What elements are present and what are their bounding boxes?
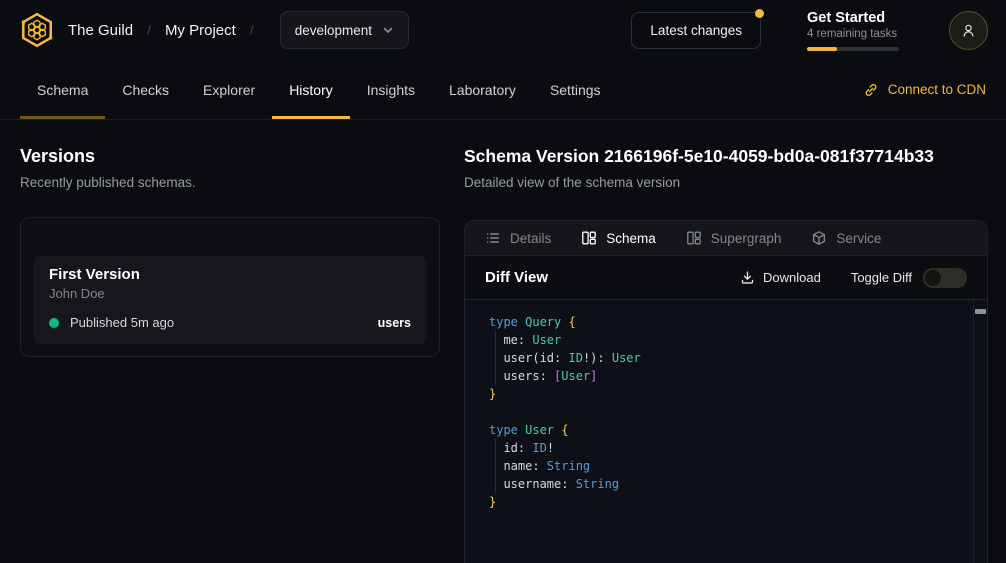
get-started-subtitle: 4 remaining tasks [807, 28, 903, 40]
schema-version-panel: Details Schema Supergr [464, 220, 988, 563]
connect-to-cdn-label: Connect to CDN [888, 82, 986, 97]
latest-changes-label: Latest changes [650, 23, 742, 38]
get-started-title: Get Started [807, 10, 903, 26]
tab-details-label: Details [510, 231, 551, 246]
toggle-diff-control: Toggle Diff [851, 268, 967, 288]
tab-service-label: Service [836, 231, 881, 246]
schema-version-column: Schema Version 2166196f-5e10-4059-bd0a-0… [464, 146, 988, 563]
code-line: type User { [489, 421, 967, 439]
code-line: me: User [489, 331, 967, 349]
code-line: id: ID! [489, 439, 967, 457]
breadcrumb-separator: / [147, 22, 151, 38]
tab-supergraph-label: Supergraph [711, 231, 782, 246]
person-icon [960, 22, 977, 39]
version-card[interactable]: First Version John Doe Published 5m ago … [33, 256, 427, 344]
schema-code-viewer[interactable]: type Query { me: User user(id: ID!): Use… [465, 300, 987, 563]
link-icon [863, 82, 879, 98]
version-meta-row: Published 5m ago users [49, 315, 411, 330]
toggle-diff-label: Toggle Diff [851, 270, 912, 285]
download-button[interactable]: Download [740, 270, 821, 285]
version-title: First Version [49, 266, 411, 283]
version-view-tabs: Details Schema Supergr [465, 221, 987, 256]
tab-settings[interactable]: Settings [533, 60, 618, 119]
versions-subtitle: Recently published schemas. [20, 175, 440, 190]
connect-to-cdn-button[interactable]: Connect to CDN [863, 60, 986, 119]
diff-actions: Download Toggle Diff [740, 268, 967, 288]
code-line: users: [User] [489, 367, 967, 385]
toggle-diff-switch[interactable] [923, 268, 967, 288]
breadcrumb-project[interactable]: My Project [165, 22, 236, 39]
code-lines: type Query { me: User user(id: ID!): Use… [489, 313, 967, 511]
versions-title: Versions [20, 146, 440, 167]
tab-explorer[interactable]: Explorer [186, 60, 272, 119]
code-line: } [489, 385, 967, 403]
code-scrollbar[interactable] [973, 300, 987, 563]
diff-view-title: Diff View [485, 269, 548, 286]
tab-service[interactable]: Service [811, 230, 881, 246]
environment-selector[interactable]: development [280, 11, 409, 49]
header-actions: Latest changes Get Started 4 remaining t… [631, 10, 988, 51]
download-icon [740, 270, 755, 285]
target-nav-tabs: Schema Checks Explorer History Insights … [0, 60, 1006, 120]
code-line: name: String [489, 457, 967, 475]
service-name-badge: users [378, 316, 411, 330]
diff-header: Diff View Download Toggle Diff [465, 256, 987, 300]
box-icon [811, 230, 827, 246]
main-content: Versions Recently published schemas. Fir… [0, 120, 1006, 563]
get-started-progress-fill [807, 47, 837, 51]
get-started-widget[interactable]: Get Started 4 remaining tasks [807, 10, 903, 51]
tab-supergraph[interactable]: Supergraph [686, 230, 782, 246]
code-line: username: String [489, 475, 967, 493]
version-author: John Doe [49, 286, 411, 301]
list-icon [485, 230, 501, 246]
published-status-label: Published 5m ago [70, 315, 174, 330]
notification-dot [755, 9, 764, 18]
versions-list: First Version John Doe Published 5m ago … [20, 217, 440, 357]
tab-laboratory[interactable]: Laboratory [432, 60, 533, 119]
tab-details[interactable]: Details [485, 230, 551, 246]
columns-icon [581, 230, 597, 246]
schema-version-subtitle: Detailed view of the schema version [464, 175, 988, 190]
versions-column: Versions Recently published schemas. Fir… [20, 146, 440, 563]
user-avatar-button[interactable] [949, 11, 988, 50]
code-line: type Query { [489, 313, 967, 331]
breadcrumb: The Guild / My Project / [68, 22, 268, 39]
tab-schema-view[interactable]: Schema [581, 230, 656, 246]
columns-icon [686, 230, 702, 246]
schema-version-title: Schema Version 2166196f-5e10-4059-bd0a-0… [464, 146, 988, 167]
hive-logo[interactable] [18, 11, 56, 49]
toggle-knob [925, 270, 941, 286]
published-status-dot [49, 318, 59, 328]
latest-changes-button[interactable]: Latest changes [631, 12, 761, 49]
top-header: The Guild / My Project / development Lat… [0, 0, 1006, 60]
breadcrumb-separator: / [250, 22, 254, 38]
tab-checks[interactable]: Checks [105, 60, 186, 119]
get-started-progress-bar [807, 47, 899, 51]
tab-insights[interactable]: Insights [350, 60, 432, 119]
breadcrumb-org[interactable]: The Guild [68, 22, 133, 39]
chevron-down-icon [382, 24, 394, 36]
tab-history[interactable]: History [272, 60, 350, 119]
environment-label: development [295, 23, 372, 38]
code-line: user(id: ID!): User [489, 349, 967, 367]
tab-schema-view-label: Schema [606, 231, 656, 246]
code-line: } [489, 493, 967, 511]
download-label: Download [763, 270, 821, 285]
code-line [489, 403, 967, 421]
tab-schema[interactable]: Schema [20, 60, 105, 119]
code-scrollbar-thumb[interactable] [975, 309, 986, 314]
